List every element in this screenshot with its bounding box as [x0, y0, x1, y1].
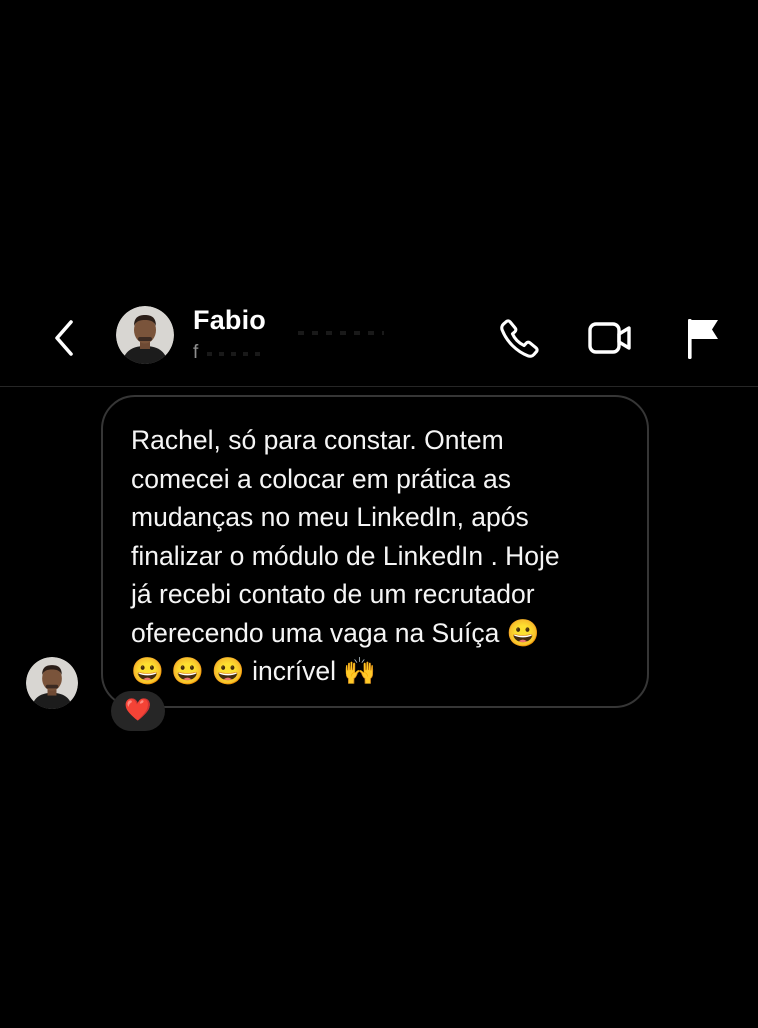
- sender-avatar[interactable]: [26, 657, 78, 709]
- contact-username: f: [193, 342, 199, 363]
- message-text: Rachel, só para constar. Ontem comecei a…: [131, 425, 560, 686]
- video-camera-icon: [588, 322, 631, 354]
- redacted-area: [298, 331, 384, 335]
- call-button[interactable]: [494, 312, 546, 364]
- flag-icon: [688, 319, 718, 359]
- sender-avatar-image: [26, 657, 78, 709]
- chevron-left-icon: [55, 320, 73, 356]
- chat-header: Fabio f: [0, 290, 758, 387]
- contact-avatar[interactable]: [116, 306, 174, 364]
- contact-avatar-image: [116, 306, 174, 364]
- phone-icon: [500, 319, 539, 358]
- redacted-username-area: [207, 352, 267, 356]
- contact-name[interactable]: Fabio: [193, 305, 266, 336]
- report-button[interactable]: [675, 312, 727, 364]
- video-call-button[interactable]: [584, 312, 636, 364]
- message-bubble[interactable]: Rachel, só para constar. Ontem comecei a…: [101, 395, 649, 708]
- back-button[interactable]: [40, 314, 88, 362]
- heart-reaction[interactable]: ❤️: [111, 691, 165, 731]
